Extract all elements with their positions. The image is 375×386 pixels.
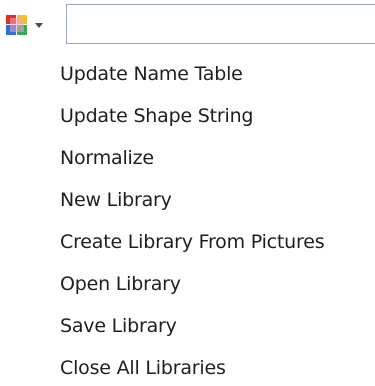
menu-item-new-library[interactable]: New Library bbox=[60, 182, 172, 218]
menu-item-save-library[interactable]: Save Library bbox=[60, 308, 177, 344]
chevron-down-icon[interactable] bbox=[35, 22, 43, 28]
color-library-icon bbox=[4, 12, 30, 38]
library-toolbar bbox=[0, 0, 375, 50]
library-dropdown-menu: Update Name Table Update Shape String No… bbox=[0, 52, 375, 383]
menu-item-open-library[interactable]: Open Library bbox=[60, 266, 181, 302]
menu-item-create-library-from-pictures[interactable]: Create Library From Pictures bbox=[60, 224, 325, 260]
library-menu-button[interactable] bbox=[4, 10, 58, 40]
menu-item-normalize[interactable]: Normalize bbox=[60, 140, 154, 176]
menu-item-close-all-libraries[interactable]: Close All Libraries bbox=[60, 350, 226, 386]
library-search-input[interactable] bbox=[66, 4, 375, 44]
menu-item-update-shape-string[interactable]: Update Shape String bbox=[60, 98, 253, 134]
menu-item-update-name-table[interactable]: Update Name Table bbox=[60, 56, 243, 92]
